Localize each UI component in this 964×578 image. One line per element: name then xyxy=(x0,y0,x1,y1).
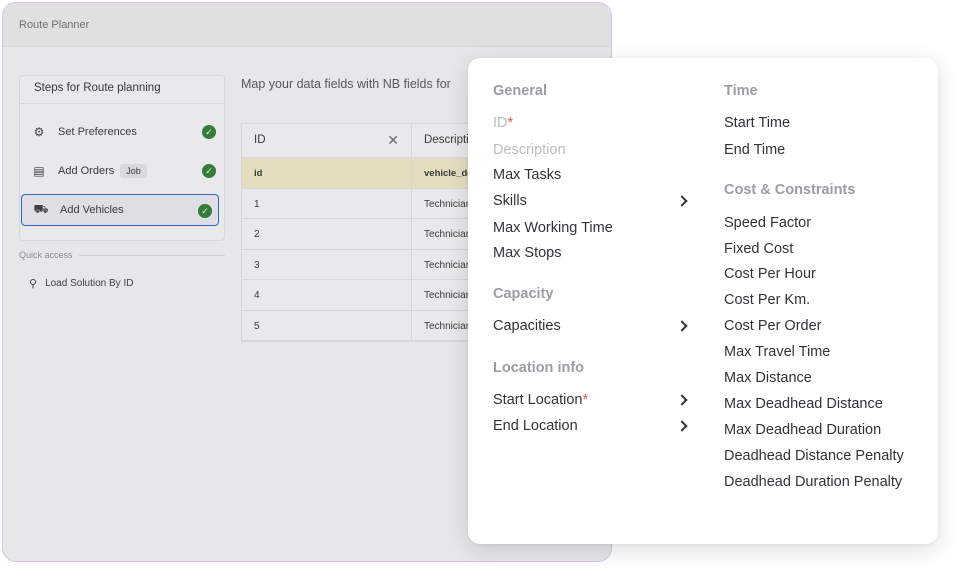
chevron-right-icon[interactable] xyxy=(676,195,688,207)
option-start-location[interactable]: Start Location* xyxy=(493,392,588,408)
section-cost-constraints: Cost & Constraints xyxy=(724,182,856,198)
option-capacities[interactable]: Capacities xyxy=(493,318,561,334)
section-general: General xyxy=(493,83,547,99)
option-description: Description xyxy=(493,142,566,158)
option-start-time[interactable]: Start Time xyxy=(724,115,790,131)
option-max-travel-time[interactable]: Max Travel Time xyxy=(724,344,830,360)
stage: Route Planner Steps for Route planning ⚙… xyxy=(0,0,964,578)
option-fixed-cost[interactable]: Fixed Cost xyxy=(724,241,793,257)
chevron-right-icon[interactable] xyxy=(676,420,688,432)
section-time: Time xyxy=(724,83,758,99)
option-cost-per-order[interactable]: Cost Per Order xyxy=(724,318,822,334)
chevron-right-icon[interactable] xyxy=(676,320,688,332)
option-deadhead-duration-penalty[interactable]: Deadhead Duration Penalty xyxy=(724,474,902,490)
option-max-distance[interactable]: Max Distance xyxy=(724,370,812,386)
required-mark: * xyxy=(507,115,514,131)
required-mark: * xyxy=(582,392,589,408)
option-max-deadhead-distance[interactable]: Max Deadhead Distance xyxy=(724,396,883,412)
chevron-right-icon[interactable] xyxy=(676,394,688,406)
option-max-tasks[interactable]: Max Tasks xyxy=(493,167,561,183)
option-skills[interactable]: Skills xyxy=(493,193,527,209)
option-max-working-time[interactable]: Max Working Time xyxy=(493,220,613,236)
option-end-time[interactable]: End Time xyxy=(724,142,785,158)
option-end-location[interactable]: End Location xyxy=(493,418,578,434)
option-max-deadhead-duration[interactable]: Max Deadhead Duration xyxy=(724,422,881,438)
option-deadhead-distance-penalty[interactable]: Deadhead Distance Penalty xyxy=(724,448,904,464)
option-cost-per-km[interactable]: Cost Per Km. xyxy=(724,292,810,308)
field-dropdown: General ID* Description Max Tasks Skills… xyxy=(468,58,938,544)
section-capacity: Capacity xyxy=(493,286,554,302)
option-cost-per-hour[interactable]: Cost Per Hour xyxy=(724,266,816,282)
option-max-stops[interactable]: Max Stops xyxy=(493,245,562,261)
option-id: ID* xyxy=(493,115,514,131)
option-speed-factor[interactable]: Speed Factor xyxy=(724,215,811,231)
section-location-info: Location info xyxy=(493,360,585,376)
